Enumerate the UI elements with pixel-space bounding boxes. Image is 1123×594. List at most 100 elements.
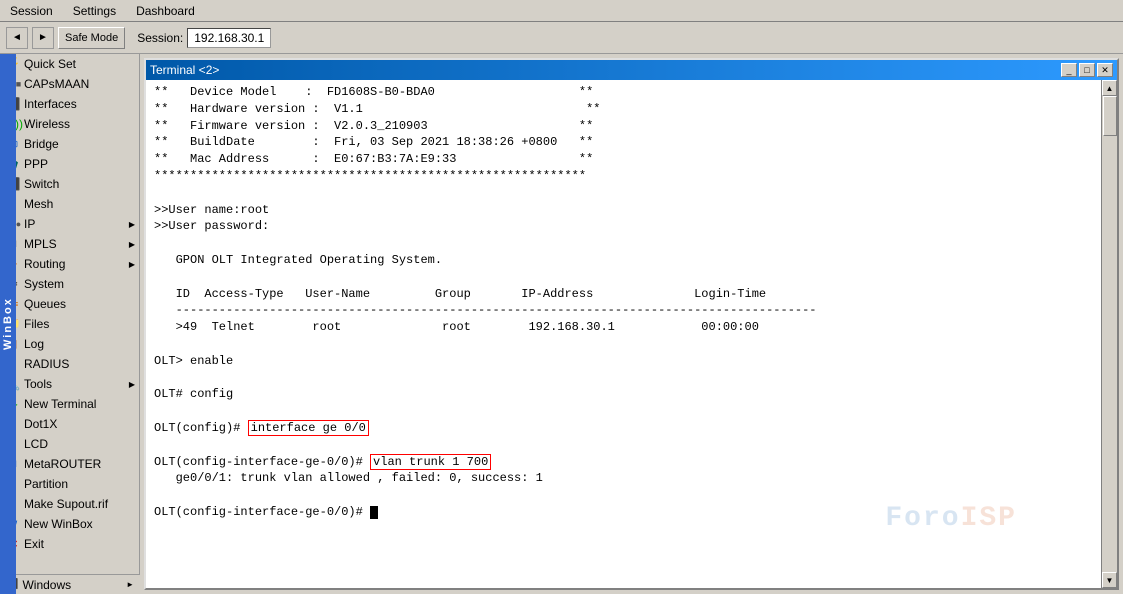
windows-label: Windows	[22, 578, 71, 592]
sidebar-label-make-supout: Make Supout.rif	[24, 497, 108, 511]
menu-bar: Session Settings Dashboard	[0, 0, 1123, 22]
sidebar-label-files: Files	[24, 317, 49, 331]
menu-settings[interactable]: Settings	[67, 2, 122, 20]
terminal-cursor	[370, 506, 378, 519]
sidebar-item-new-terminal[interactable]: ▶ New Terminal	[0, 394, 139, 414]
sidebar-label-interfaces: Interfaces	[24, 97, 77, 111]
sidebar-label-queues: Queues	[24, 297, 66, 311]
menu-dashboard[interactable]: Dashboard	[130, 2, 201, 20]
menu-session[interactable]: Session	[4, 2, 59, 20]
sidebar-label-ip: IP	[24, 217, 35, 231]
session-value: 192.168.30.1	[187, 28, 271, 48]
sidebar-item-system[interactable]: ⚙ System	[0, 274, 139, 294]
tools-arrow: ▶	[129, 380, 135, 389]
sidebar-label-dot1x: Dot1X	[24, 417, 57, 431]
terminal-controls: _ □ ✕	[1061, 63, 1113, 77]
sidebar-label-metarouter: MetaROUTER	[24, 457, 101, 471]
sidebar-item-quick-set[interactable]: ⚡ Quick Set	[0, 54, 139, 74]
interface-command-highlight: interface ge 0/0	[248, 420, 369, 436]
session-label: Session:	[137, 31, 183, 45]
sidebar-label-mpls: MPLS	[24, 237, 57, 251]
vlan-command-highlight: vlan trunk 1 700	[370, 454, 491, 470]
sidebar-item-radius[interactable]: R RADIUS	[0, 354, 139, 374]
term-line-2: ** Hardware version : V1.1 **	[154, 101, 1093, 118]
sidebar-item-interfaces[interactable]: ⬛ Interfaces	[0, 94, 139, 114]
scrollbar-up-button[interactable]: ▲	[1102, 80, 1117, 96]
sidebar-label-switch: Switch	[24, 177, 59, 191]
term-line-trunk-result: ge0/0/1: trunk vlan allowed , failed: 0,…	[154, 470, 1093, 487]
term-line-vlan-cmd: OLT(config-interface-ge-0/0)# vlan trunk…	[154, 454, 1093, 471]
safe-mode-button[interactable]: Safe Mode	[58, 27, 125, 49]
sidebar-label-radius: RADIUS	[24, 357, 69, 371]
term-line-6: ****************************************…	[154, 168, 1093, 185]
term-line-config: OLT# config	[154, 386, 1093, 403]
toolbar: ◄ ► Safe Mode Session: 192.168.30.1	[0, 22, 1123, 54]
sidebar-item-log[interactable]: 📋 Log	[0, 334, 139, 354]
sidebar: ⚡ Quick Set ■■■ CAPsMAAN ⬛ Interfaces ((…	[0, 54, 140, 594]
sidebar-item-ip[interactable]: ●●● IP ▶	[0, 214, 139, 234]
sidebar-item-new-winbox[interactable]: W New WinBox	[0, 514, 139, 534]
windows-arrow: ►	[126, 580, 134, 589]
sidebar-label-log: Log	[24, 337, 44, 351]
sidebar-item-make-supout[interactable]: S Make Supout.rif	[0, 494, 139, 514]
sidebar-item-metarouter[interactable]: M MetaROUTER	[0, 454, 139, 474]
sidebar-item-mpls[interactable]: M MPLS ▶	[0, 234, 139, 254]
ip-arrow: ▶	[129, 220, 135, 229]
terminal-content[interactable]: ** Device Model : FD1608S-B0-BDA0 ** ** …	[146, 80, 1101, 588]
forward-button[interactable]: ►	[32, 27, 54, 49]
term-line-header: ID Access-Type User-Name Group IP-Addres…	[154, 286, 1093, 303]
term-line-enable: OLT> enable	[154, 353, 1093, 370]
sidebar-label-capsman: CAPsMAAN	[24, 77, 89, 91]
sidebar-item-dot1x[interactable]: D Dot1X	[0, 414, 139, 434]
term-line-4: ** BuildDate : Fri, 03 Sep 2021 18:38:26…	[154, 134, 1093, 151]
sidebar-label-exit: Exit	[24, 537, 44, 551]
term-line-interface-cmd: OLT(config)# interface ge 0/0	[154, 420, 1093, 437]
routing-arrow: ▶	[129, 260, 135, 269]
main-layout: ⚡ Quick Set ■■■ CAPsMAAN ⬛ Interfaces ((…	[0, 54, 1123, 594]
sidebar-label-system: System	[24, 277, 64, 291]
sidebar-item-files[interactable]: 📁 Files	[0, 314, 139, 334]
sidebar-item-switch[interactable]: ⬛ Switch	[0, 174, 139, 194]
term-line-password: >>User password:	[154, 218, 1093, 235]
sidebar-label-quick-set: Quick Set	[24, 57, 76, 71]
sidebar-item-partition[interactable]: P Partition	[0, 474, 139, 494]
mpls-arrow: ▶	[129, 240, 135, 249]
terminal-window: Terminal <2> _ □ ✕ ** Device Model : FD1…	[144, 58, 1119, 590]
term-line-username: >>User name:root	[154, 202, 1093, 219]
terminal-title: Terminal <2>	[150, 63, 219, 77]
windows-bar[interactable]: ⬛ Windows ►	[0, 574, 140, 594]
scrollbar-track[interactable]	[1102, 96, 1117, 572]
term-line-row: >49 Telnet root root 192.168.30.1 00:00:…	[154, 319, 1093, 336]
sidebar-label-new-terminal: New Terminal	[24, 397, 96, 411]
sidebar-label-lcd: LCD	[24, 437, 48, 451]
content-area: Terminal <2> _ □ ✕ ** Device Model : FD1…	[140, 54, 1123, 594]
term-line-1: ** Device Model : FD1608S-B0-BDA0 **	[154, 84, 1093, 101]
term-line-divider: ----------------------------------------…	[154, 302, 1093, 319]
terminal-close-button[interactable]: ✕	[1097, 63, 1113, 77]
terminal-minimize-button[interactable]: _	[1061, 63, 1077, 77]
terminal-titlebar: Terminal <2> _ □ ✕	[146, 60, 1117, 80]
term-line-3: ** Firmware version : V2.0.3_210903 **	[154, 118, 1093, 135]
sidebar-item-queues[interactable]: ≡≡ Queues	[0, 294, 139, 314]
sidebar-item-ppp[interactable]: ⬟ PPP	[0, 154, 139, 174]
sidebar-item-bridge[interactable]: ⬡ Bridge	[0, 134, 139, 154]
sidebar-label-new-winbox: New WinBox	[24, 517, 93, 531]
term-line-gpon: GPON OLT Integrated Operating System.	[154, 252, 1093, 269]
back-button[interactable]: ◄	[6, 27, 28, 49]
terminal-scrollbar: ▲ ▼	[1101, 80, 1117, 588]
sidebar-item-tools[interactable]: 🔧 Tools ▶	[0, 374, 139, 394]
sidebar-label-mesh: Mesh	[24, 197, 53, 211]
sidebar-label-routing: Routing	[24, 257, 65, 271]
sidebar-item-exit[interactable]: ✖ Exit	[0, 534, 139, 554]
sidebar-item-lcd[interactable]: L LCD	[0, 434, 139, 454]
winbox-side-label: WinBox	[0, 54, 16, 594]
sidebar-item-mesh[interactable]: ● Mesh	[0, 194, 139, 214]
scrollbar-thumb[interactable]	[1103, 96, 1117, 136]
sidebar-label-bridge: Bridge	[24, 137, 59, 151]
sidebar-item-wireless[interactable]: ((·)) Wireless	[0, 114, 139, 134]
sidebar-item-routing[interactable]: ↪ Routing ▶	[0, 254, 139, 274]
sidebar-item-capsman[interactable]: ■■■ CAPsMAAN	[0, 74, 139, 94]
term-line-5: ** Mac Address : E0:67:B3:7A:E9:33 **	[154, 151, 1093, 168]
terminal-maximize-button[interactable]: □	[1079, 63, 1095, 77]
scrollbar-down-button[interactable]: ▼	[1102, 572, 1117, 588]
